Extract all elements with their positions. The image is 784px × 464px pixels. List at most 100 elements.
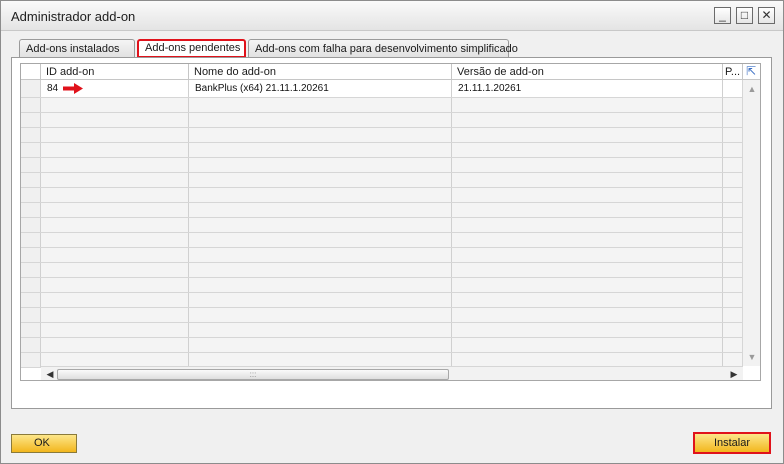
grid-cell[interactable] [41,173,189,187]
grid-cell[interactable] [189,233,452,247]
grid-cell[interactable] [189,263,452,277]
row-header[interactable] [21,218,41,232]
grid-cell[interactable] [41,248,189,262]
row-header[interactable] [21,113,41,127]
grid-cell[interactable] [723,143,743,157]
row-header[interactable] [21,353,41,367]
grid-cell[interactable] [723,323,743,337]
grid-cell[interactable] [41,143,189,157]
row-header[interactable] [21,80,41,97]
grid-cell[interactable] [189,218,452,232]
grid-cell[interactable] [723,248,743,262]
tab-failed-addons[interactable]: Add-ons com falha para desenvolvimento s… [248,39,518,58]
grid-cell[interactable] [189,308,452,322]
grid-cell[interactable] [452,308,723,322]
grid-cell[interactable] [41,203,189,217]
vertical-scrollbar[interactable]: ▲ ▼ [742,80,760,366]
grid-cell[interactable] [189,203,452,217]
table-row[interactable] [21,128,743,143]
grid-cell[interactable] [723,218,743,232]
grid-cell[interactable] [723,158,743,172]
grid-cell[interactable] [189,353,452,367]
row-header[interactable] [21,203,41,217]
table-row[interactable] [21,233,743,248]
grid-cell[interactable] [189,128,452,142]
row-header[interactable] [21,293,41,307]
table-row[interactable] [21,173,743,188]
grid-cell[interactable] [189,188,452,202]
grid-cell[interactable] [452,218,723,232]
table-row[interactable] [21,113,743,128]
grid-cell[interactable] [452,158,723,172]
grid-cell[interactable] [452,248,723,262]
grid-cell[interactable] [452,293,723,307]
grid-cell[interactable] [41,338,189,352]
row-header[interactable] [21,98,41,112]
column-header-p[interactable]: P... [723,64,743,80]
grid-cell[interactable] [723,308,743,322]
grid-cell[interactable] [452,113,723,127]
column-header-version[interactable]: Versão de add-on [452,64,723,80]
table-row[interactable] [21,308,743,323]
row-header[interactable] [21,233,41,247]
install-button[interactable]: Instalar [693,432,771,454]
grid-cell[interactable] [452,173,723,187]
grid-cell[interactable] [452,323,723,337]
scroll-thumb[interactable]: ::: [57,369,449,380]
grid-cell[interactable] [189,248,452,262]
row-header[interactable] [21,188,41,202]
close-icon[interactable]: ✕ [758,7,775,24]
scroll-right-icon[interactable]: ▶ [727,367,741,380]
grid-cell[interactable] [41,323,189,337]
grid-cell[interactable] [189,293,452,307]
cell-addon-version[interactable]: 21.11.1.20261 [452,80,723,97]
row-header[interactable] [21,248,41,262]
table-row[interactable] [21,293,743,308]
grid-cell[interactable] [452,233,723,247]
grid-cell[interactable] [723,293,743,307]
grid-cell[interactable] [452,143,723,157]
grid-cell[interactable] [41,263,189,277]
row-header[interactable] [21,173,41,187]
row-header[interactable] [21,158,41,172]
table-row[interactable] [21,248,743,263]
grid-cell[interactable] [723,233,743,247]
minimize-icon[interactable]: _ [714,7,731,24]
table-row[interactable] [21,203,743,218]
grid-cell[interactable] [452,128,723,142]
table-row[interactable] [21,263,743,278]
row-header[interactable] [21,278,41,292]
grid-cell[interactable] [723,263,743,277]
table-row[interactable] [21,158,743,173]
table-row[interactable] [21,338,743,353]
tab-pending-addons[interactable]: Add-ons pendentes [137,39,246,58]
cell-addon-name[interactable]: BankPlus (x64) 21.11.1.20261 [189,80,452,97]
expand-icon[interactable]: ⇱ [744,64,758,78]
grid-cell[interactable] [41,128,189,142]
table-row[interactable] [21,278,743,293]
row-header[interactable] [21,338,41,352]
row-header[interactable] [21,308,41,322]
grid-cell[interactable] [452,338,723,352]
row-header[interactable] [21,143,41,157]
grid-cell[interactable] [723,278,743,292]
column-header-id[interactable]: ID add-on [41,64,189,80]
grid-cell[interactable] [723,188,743,202]
grid-cell[interactable] [723,353,743,367]
grid-cell[interactable] [452,203,723,217]
grid-cell[interactable] [189,113,452,127]
row-header[interactable] [21,263,41,277]
grid-cell[interactable] [41,353,189,367]
grid-cell[interactable] [723,338,743,352]
grid-cell[interactable] [452,98,723,112]
grid-cell[interactable] [41,218,189,232]
grid-cell[interactable] [41,278,189,292]
row-header[interactable] [21,323,41,337]
grid-cell[interactable] [723,98,743,112]
grid-cell[interactable] [723,128,743,142]
grid-cell[interactable] [189,338,452,352]
cell-addon-p[interactable] [723,80,743,97]
tab-installed-addons[interactable]: Add-ons instalados [19,39,135,58]
grid-cell[interactable] [41,158,189,172]
grid-cell[interactable] [452,353,723,367]
